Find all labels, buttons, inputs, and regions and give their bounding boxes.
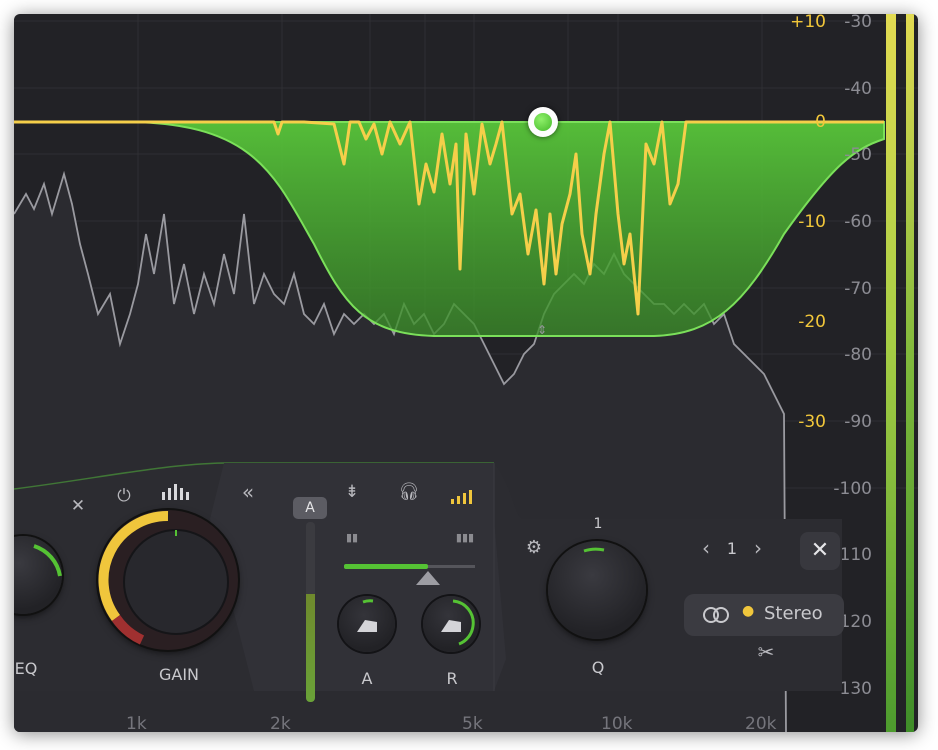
gain-knob[interactable] (98, 510, 238, 650)
spectrum-bars-icon[interactable] (162, 484, 196, 500)
db-scale-40: -40 (844, 79, 872, 99)
prev-band-icon[interactable]: ‹ (698, 538, 714, 558)
freq-1k: 1k (126, 714, 147, 732)
output-meter-right (906, 14, 914, 732)
db-scale-80: -80 (844, 345, 872, 365)
close-band-icon[interactable]: ✕ (68, 496, 88, 516)
next-band-icon[interactable]: › (750, 538, 766, 558)
mode-slider-thumb[interactable] (416, 571, 440, 585)
q-knob[interactable] (548, 541, 646, 639)
input-select-chip[interactable]: A (293, 497, 327, 519)
slider-max-icon: ▮▮▮ (455, 531, 475, 544)
gain-label: GAIN (158, 665, 200, 684)
q-label: Q (591, 658, 605, 677)
band-number: 1 (726, 539, 738, 558)
stereo-label: Stereo (764, 603, 823, 624)
attack-label: A (361, 669, 373, 688)
db-scale-90: -90 (844, 412, 872, 432)
band-handle[interactable] (528, 107, 558, 137)
freq-2k: 2k (270, 714, 291, 732)
band-settings-icon[interactable]: ⚙ (520, 538, 548, 558)
freq-10k: 10k (601, 714, 633, 732)
db-scale-50: -50 (844, 145, 872, 165)
gain-scale-minus20: -20 (798, 312, 826, 332)
eq-label: EQ (14, 659, 38, 678)
plugin-window: +10 0 -10 -20 -30 -30 -40 -50 -60 -70 -8… (14, 14, 918, 732)
freq-20k: 20k (745, 714, 777, 732)
output-meter-left (886, 14, 896, 732)
stereo-mode-button[interactable]: ● Stereo (684, 594, 844, 636)
q-scale-top: 1 (593, 516, 603, 532)
scissors-icon[interactable]: ✂ (754, 642, 778, 662)
band-range-handle-icon[interactable]: ⇕ (532, 320, 552, 340)
input-level-meter (306, 522, 315, 702)
release-knob[interactable] (423, 596, 479, 652)
db-scale-60: -60 (844, 212, 872, 232)
mode-slider-fill (344, 564, 428, 569)
headphones-icon[interactable]: 🎧︎ (398, 482, 420, 502)
db-scale-30: -30 (844, 14, 872, 32)
gain-scale-0: 0 (815, 112, 826, 132)
eq-knob[interactable] (14, 536, 62, 614)
threshold-icon[interactable]: ⇟ (342, 482, 362, 502)
power-icon[interactable]: ⏻ (114, 486, 134, 506)
db-scale-70: -70 (844, 279, 872, 299)
level-bars-icon[interactable] (451, 490, 473, 504)
slider-min-icon: ▮▮ (345, 531, 359, 544)
close-button[interactable]: ✕ (800, 532, 840, 570)
release-label: R (446, 669, 458, 688)
stereo-link-icon (703, 607, 729, 623)
collapse-panel-icon[interactable]: « (236, 482, 260, 502)
freq-5k: 5k (462, 714, 483, 732)
attack-knob[interactable] (339, 596, 395, 652)
stereo-indicator-dot: ● (742, 603, 755, 619)
